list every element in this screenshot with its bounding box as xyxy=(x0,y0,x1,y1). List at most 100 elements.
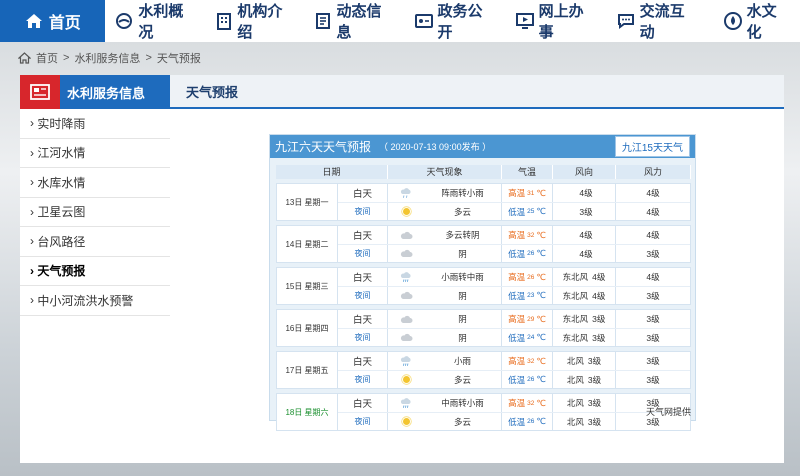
period-label: 白天 xyxy=(338,184,388,202)
temp-value: 25 xyxy=(527,208,535,215)
weather-desc: 阴 xyxy=(424,287,502,304)
nav-home[interactable]: 首页 xyxy=(0,0,106,42)
content-tab-bar: 天气预报 xyxy=(170,75,784,109)
period-label: 白天 xyxy=(338,310,388,328)
temp-label: 低温 xyxy=(508,374,526,385)
sidebar-item-label: 水库水情 xyxy=(37,175,86,190)
wind-direction: 4级 xyxy=(553,226,616,244)
nav-item-label: 水利概况 xyxy=(138,3,184,41)
nav-item-online-service[interactable]: 网上办事 xyxy=(506,0,607,42)
fifteen-day-button[interactable]: 九江15天天气 xyxy=(614,136,690,157)
cloud-icon xyxy=(388,287,424,304)
sidebar-item-weather[interactable]: › 天气预报 xyxy=(20,257,170,286)
wind-level-text: 3级 xyxy=(587,416,602,427)
sidebar-item-river-level[interactable]: › 江河水情 xyxy=(20,139,170,168)
day-date: 14日 星期二 xyxy=(277,226,338,262)
temp-label: 高温 xyxy=(508,314,526,324)
weather-desc: 多云 xyxy=(424,203,502,220)
wind-dir-text: 北风 xyxy=(566,398,584,408)
breadcrumb-section[interactable]: 水利服务信息 xyxy=(74,50,140,66)
wind-level-text: 3级 xyxy=(579,206,593,217)
sidebar-item-typhoon[interactable]: › 台风路径 xyxy=(20,227,170,257)
nav-item-news[interactable]: 动态信息 xyxy=(305,0,404,42)
sidebar: › 实时降雨 › 江河水情 › 水库水情 › 卫星云图 › 台风路径 › 天气预… xyxy=(20,109,170,463)
temp-value: 26 xyxy=(527,376,535,383)
temp-label: 高温 xyxy=(508,188,526,198)
wind-dir-text: 东北风 xyxy=(562,272,589,282)
weather-desc: 阵雨转小雨 xyxy=(424,184,502,202)
rain-icon xyxy=(388,268,424,286)
temp-value: 29 xyxy=(527,315,535,323)
period-label: 夜间 xyxy=(338,329,388,346)
daytime-row: 白天 阵雨转小雨 高温 31 ℃ 4级 4级 xyxy=(338,184,690,202)
temp-unit: ℃ xyxy=(536,374,546,384)
wind-level-text: 4级 xyxy=(592,272,606,282)
sun-icon xyxy=(388,413,424,430)
wind-direction: 东北风 4级 xyxy=(553,268,616,286)
weather-desc: 中雨转小雨 xyxy=(424,394,502,412)
wind-level-text: 4级 xyxy=(579,188,593,198)
wind-dir-text: 东北风 xyxy=(562,290,589,301)
nav-item-interaction[interactable]: 交流互动 xyxy=(607,0,708,42)
col-weather: 天气现象 xyxy=(388,165,502,179)
wind-force: 3级 xyxy=(646,248,660,259)
nav-item-label: 水文化 xyxy=(746,3,777,41)
nav-item-water-culture[interactable]: 水文化 xyxy=(714,0,800,42)
temperature-low: 低温 26 ℃ xyxy=(502,413,553,430)
temperature-high: 高温 32 ℃ xyxy=(502,394,553,412)
wind-direction: 东北风 3级 xyxy=(553,329,616,346)
cloud-icon xyxy=(388,245,424,262)
wind-dir-text: 北风 xyxy=(566,374,584,385)
sidebar-title: 水利服务信息 xyxy=(67,85,146,101)
col-wind-force: 风力 xyxy=(616,165,691,179)
wind-force: 4级 xyxy=(646,188,660,198)
col-temp: 气温 xyxy=(502,165,553,179)
day-periods: 白天 小雨 高温 32 ℃ 北风 3级 3级 夜间 多云 低温 26 ℃ 北风 3级 3级 xyxy=(338,352,690,388)
weather-desc: 多云 xyxy=(424,371,502,388)
breadcrumb-current: 天气预报 xyxy=(156,53,201,65)
temp-value: 23 xyxy=(527,292,535,299)
weather-desc: 多云 xyxy=(424,413,502,430)
nav-item-public-affairs[interactable]: 政务公开 xyxy=(405,0,506,42)
temperature-high: 高温 32 ℃ xyxy=(502,352,553,370)
temperature-high: 高温 29 ℃ xyxy=(502,310,553,328)
top-navigation: 首页 水利概况 机构介绍 动态信息 政务公开 网上办事 交流互动 水文化 xyxy=(0,0,800,42)
temp-unit: ℃ xyxy=(536,229,546,240)
breadcrumb-separator: > xyxy=(63,52,70,64)
wind-level-text: 4级 xyxy=(579,230,593,240)
wind-dir-text: 东北风 xyxy=(562,332,589,343)
sidebar-item-label: 实时降雨 xyxy=(37,116,86,131)
wind-dir-text: 北风 xyxy=(566,356,584,366)
temp-label: 低温 xyxy=(508,332,526,343)
day-date: 16日 星期四 xyxy=(277,310,338,346)
sidebar-item-flood-warning[interactable]: › 中小河流洪水预警 xyxy=(20,286,170,316)
forecast-day-row: 13日 星期一 白天 阵雨转小雨 高温 31 ℃ 4级 4级 夜间 多云 低温 25 ℃ 3级 4级 xyxy=(276,183,691,221)
nav-item-organization[interactable]: 机构介绍 xyxy=(206,0,305,42)
cloud-icon xyxy=(388,226,424,244)
nav-item-label: 网上办事 xyxy=(538,3,584,41)
wind-level-text: 4级 xyxy=(592,290,606,301)
sidebar-item-realtime-rain[interactable]: › 实时降雨 xyxy=(20,109,170,139)
rain-icon xyxy=(388,352,424,370)
wind-direction: 北风 3级 xyxy=(553,371,616,388)
wind-force: 3级 xyxy=(646,290,660,301)
breadcrumb-home[interactable]: 首页 xyxy=(36,50,58,66)
sidebar-item-reservoir-level[interactable]: › 水库水情 xyxy=(20,168,170,198)
temp-label: 高温 xyxy=(508,230,526,240)
period-label: 白天 xyxy=(338,268,388,286)
cloud-icon xyxy=(388,329,424,346)
wind-force: 4级 xyxy=(646,206,660,217)
daytime-row: 白天 小雨转中雨 高温 26 ℃ 东北风 4级 4级 xyxy=(338,268,690,286)
weather-desc: 小雨 xyxy=(424,352,502,370)
temp-label: 低温 xyxy=(508,248,526,259)
sidebar-item-label: 江河水情 xyxy=(37,146,86,161)
forecast-days: 13日 星期一 白天 阵雨转小雨 高温 31 ℃ 4级 4级 夜间 多云 低温 25 ℃ 3级 4级 14日 … xyxy=(276,183,691,431)
newspaper-icon xyxy=(20,75,60,109)
nav-item-overview[interactable]: 水利概况 xyxy=(105,0,206,42)
tab-weather[interactable]: 天气预报 xyxy=(186,82,238,101)
sidebar-item-satellite[interactable]: › 卫星云图 xyxy=(20,198,170,227)
sun-icon xyxy=(388,203,424,220)
day-date: 17日 星期五 xyxy=(277,352,338,388)
cloud-icon xyxy=(388,310,424,328)
temp-unit: ℃ xyxy=(536,248,546,258)
